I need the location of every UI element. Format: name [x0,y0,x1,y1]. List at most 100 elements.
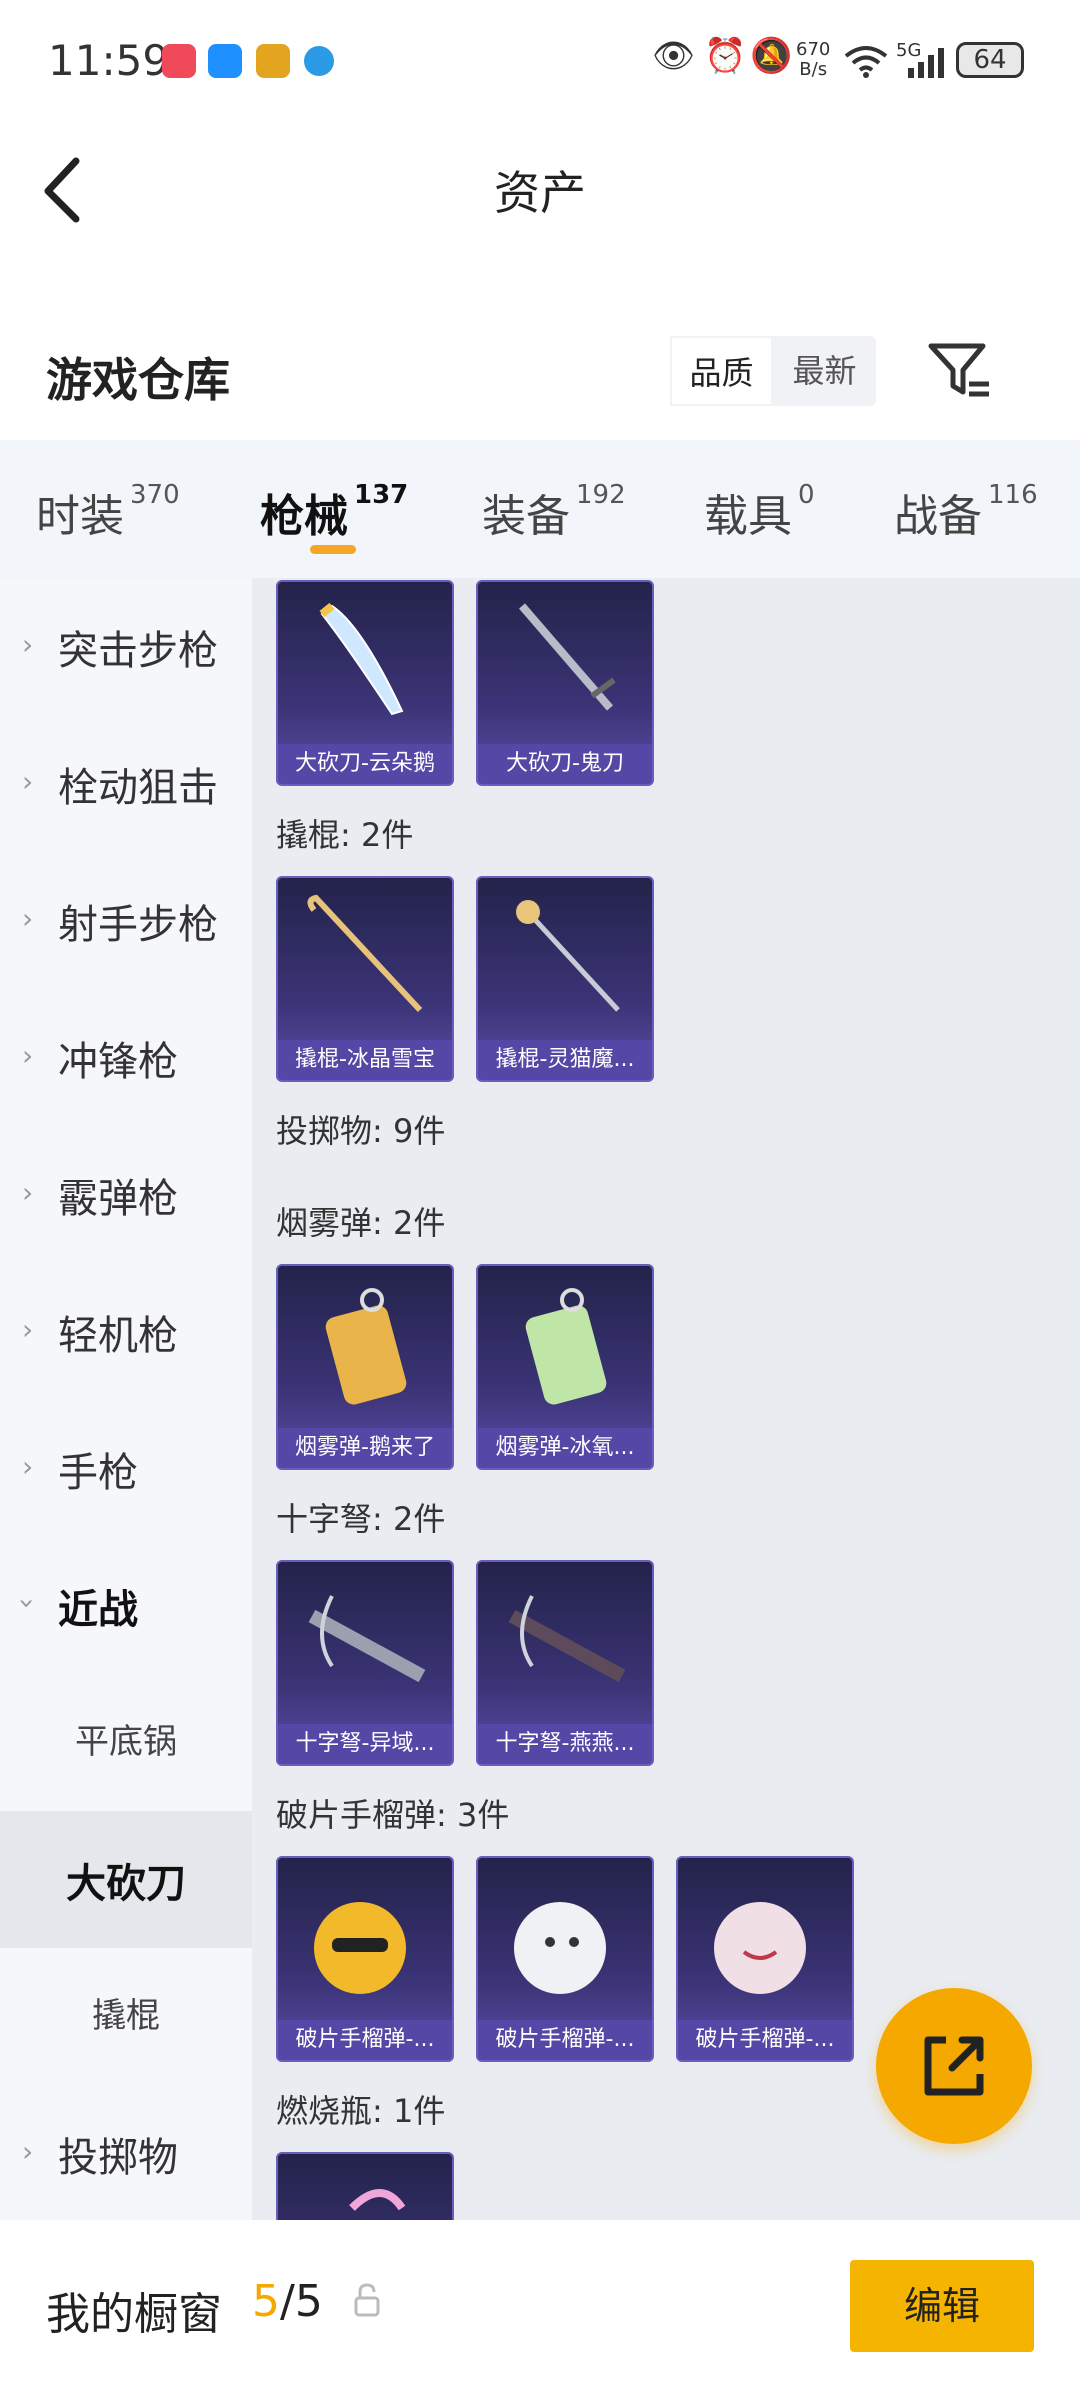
section-title: 投掷物: 9件 [276,1112,446,1150]
machete-icon [319,602,404,716]
sidebar-item-label: 手枪 [58,1450,138,1496]
item-card[interactable] [276,2152,454,2220]
section-title: 十字弩: 2件 [276,1500,446,1538]
category-tabs: 时装 370 枪械 137 装备 192 载具 0 战备 116 [0,440,1080,578]
chevron-right-icon: › [22,2135,34,2168]
sidebar-item-label: 近战 [58,1587,138,1633]
crossbow-icon [308,1595,426,1683]
item-card[interactable]: 烟雾弹-鹅来了 [276,1264,454,1470]
net-speed-unit: B/s [799,59,828,80]
eye-icon: 👁 [652,36,696,76]
mute-icon: 🔕 [750,36,793,76]
tab-label: 装备 [482,491,570,542]
item-card[interactable]: 破片手榴弹-... [476,1856,654,2062]
alarm-icon: ⏰ [704,36,747,76]
sidebar-item-frying-pan[interactable]: 平底锅 [0,1674,252,1811]
section-title: 撬棍: 2件 [276,816,414,854]
active-tab-indicator [310,545,356,554]
item-card[interactable]: 撬棍-冰晶雪宝 [276,876,454,1082]
sort-toggle: 品质 最新 [670,336,876,406]
notification-message-icon [208,44,242,78]
showcase-separator: / [280,2276,295,2327]
sidebar-item-label: 霰弹枪 [58,1176,178,1222]
tab-supplies[interactable]: 战备 116 [894,480,1038,544]
sidebar: › 突击步枪 › 栓动狙击 › 射手步枪 › 冲锋枪 › 霰弹枪 › 轻机枪 › 手枪 › 近战… [0,578,252,2220]
notification-app-icon-yellow [256,44,290,78]
frag-grenade-icon [314,1902,406,1994]
sidebar-item-label: 栓动狙击 [58,765,218,811]
molotov-icon [349,2189,406,2211]
share-button[interactable] [876,1988,1032,2144]
edit-button[interactable]: 编辑 [850,2260,1034,2352]
sword-icon [518,603,616,711]
sidebar-item-throwables[interactable]: › 投掷物 [0,2085,252,2222]
sidebar-item-crowbar[interactable]: 撬棍 [0,1948,252,2085]
tab-equipment[interactable]: 装备 192 [482,480,626,544]
tab-label: 载具 [704,491,792,542]
filter-icon [928,343,989,397]
sort-newest-button[interactable]: 最新 [773,336,876,406]
sidebar-item-label: 平底锅 [75,1722,177,1762]
tab-label: 枪械 [260,491,348,542]
item-name: 烟雾弹-冰氧... [478,1428,652,1468]
tab-fashion[interactable]: 时装 370 [36,480,180,544]
sidebar-item-smg[interactable]: › 冲锋枪 [0,989,252,1126]
chevron-down-icon: › [11,1597,45,1610]
sidebar-item-label: 冲锋枪 [58,1039,178,1085]
item-name: 十字弩-异域... [278,1724,452,1764]
item-name: 烟雾弹-鹅来了 [278,1428,452,1468]
top-nav: 资产 [0,125,1080,255]
frag-grenade-icon [514,1902,606,1994]
section-title: 燃烧瓶: 1件 [276,2092,446,2130]
battery-icon: 64 [956,42,1024,78]
item-card[interactable]: 烟雾弹-冰氧... [476,1264,654,1470]
filter-button[interactable] [925,336,995,406]
tab-count: 370 [130,480,180,510]
showcase-total: 5 [294,2276,323,2327]
sidebar-item-bolt-sniper[interactable]: › 栓动狙击 [0,715,252,852]
item-name: 大砍刀-云朵鹅 [278,744,452,784]
item-name: 破片手榴弹-... [678,2020,852,2060]
chevron-right-icon: › [22,1039,34,1072]
chevron-right-icon: › [22,628,34,661]
sidebar-item-machete[interactable]: 大砍刀 [0,1811,252,1948]
staff-icon [516,900,620,1012]
smoke-grenade-icon [325,1288,407,1405]
sidebar-item-marksman-rifle[interactable]: › 射手步枪 [0,852,252,989]
item-name: 撬棍-灵猫魔... [478,1040,652,1080]
sidebar-item-pistol[interactable]: › 手枪 [0,1400,252,1537]
item-name: 撬棍-冰晶雪宝 [278,1040,452,1080]
chevron-right-icon: › [22,1313,34,1346]
item-card[interactable]: 撬棍-灵猫魔... [476,876,654,1082]
frag-grenade-icon [714,1902,806,1994]
item-card[interactable]: 破片手榴弹-... [676,1856,854,2062]
tab-label: 时装 [36,491,124,542]
chevron-right-icon: › [22,1450,34,1483]
sidebar-item-label: 撬棍 [92,1996,160,2036]
sidebar-item-lmg[interactable]: › 轻机枪 [0,1263,252,1400]
item-card[interactable]: 大砍刀-云朵鹅 [276,580,454,786]
item-card[interactable]: 十字弩-异域... [276,1560,454,1766]
sidebar-item-assault-rifle[interactable]: › 突击步枪 [0,578,252,715]
bottom-bar: 我的橱窗 5/5 编辑 [0,2220,1080,2382]
tab-count: 137 [354,480,409,510]
item-card[interactable]: 破片手榴弹-... [276,1856,454,2062]
page-title: 资产 [494,166,586,220]
showcase-count: 5/5 [252,2276,323,2327]
item-card[interactable]: 大砍刀-鬼刀 [476,580,654,786]
chevron-right-icon: › [22,1176,34,1209]
net-speed: 670 B/s [796,40,830,80]
sidebar-item-melee[interactable]: › 近战 [0,1537,252,1674]
showcase-current: 5 [252,2276,280,2327]
tab-firearms[interactable]: 枪械 137 [260,480,408,544]
wifi-icon [844,46,888,78]
sidebar-item-label: 轻机枪 [58,1313,178,1359]
item-card[interactable]: 十字弩-燕燕... [476,1560,654,1766]
tab-vehicles[interactable]: 载具 0 [704,480,815,544]
crossbow-icon [508,1595,626,1683]
item-name: 破片手榴弹-... [278,2020,452,2060]
showcase-label: 我的橱窗 [46,2289,222,2340]
sidebar-item-shotgun[interactable]: › 霰弹枪 [0,1126,252,1263]
notification-app-icon-red [162,44,196,78]
sort-quality-button[interactable]: 品质 [670,336,773,406]
